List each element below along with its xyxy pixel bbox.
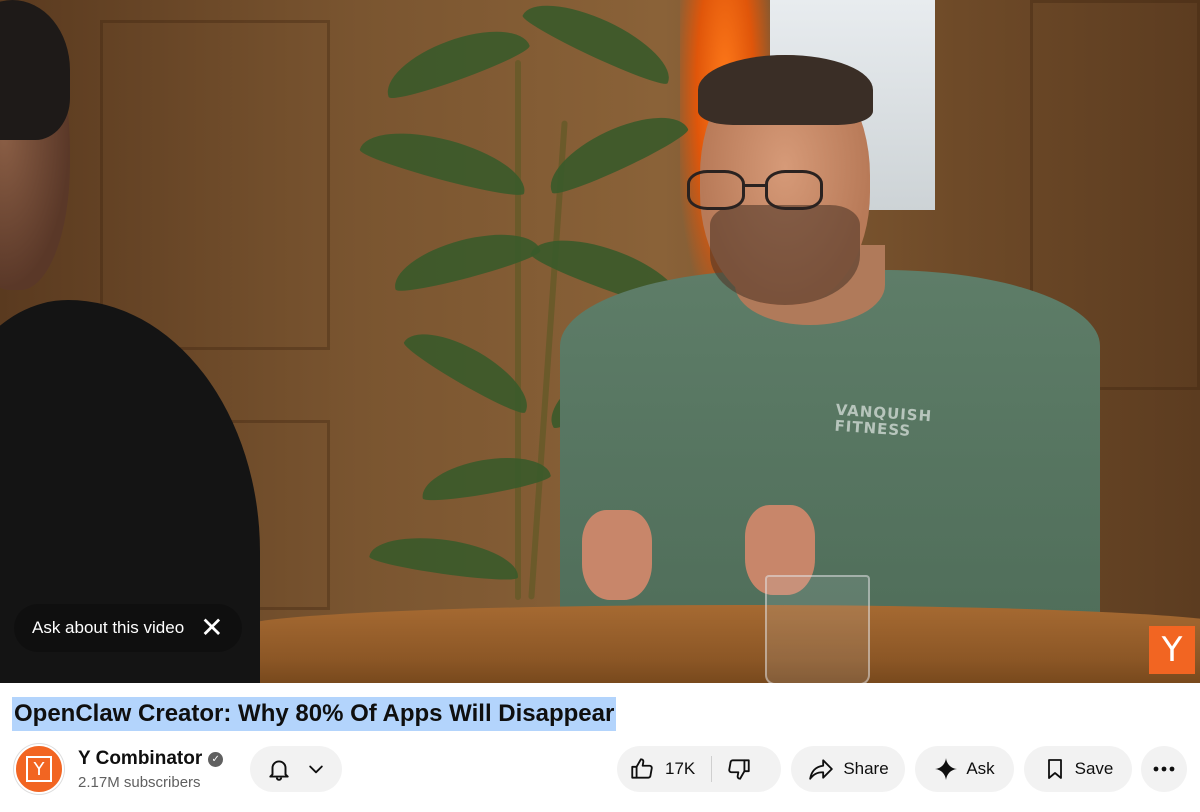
save-label: Save — [1074, 759, 1114, 778]
table — [240, 605, 1200, 683]
share-button[interactable]: Share — [791, 746, 905, 792]
like-count: 17K — [665, 759, 696, 778]
channel-watermark[interactable]: Y — [1149, 626, 1195, 674]
thumbs-down-icon — [728, 759, 750, 780]
like-dislike-group: 17K — [617, 746, 781, 792]
ask-label: Ask — [966, 759, 995, 778]
channel-name-row[interactable]: Y Combinator ✓ — [78, 748, 224, 770]
bookmark-icon — [1047, 759, 1062, 779]
more-actions-button[interactable] — [1141, 746, 1187, 792]
ask-about-video-overlay[interactable]: Ask about this video ✕ — [14, 604, 242, 652]
yc-logo-icon: Y — [26, 756, 52, 782]
bell-icon — [269, 760, 289, 781]
verified-badge-icon: ✓ — [208, 751, 224, 767]
video-player[interactable]: VANQUISH FITNESS Ask about this video ✕ … — [0, 0, 1200, 683]
notifications-button[interactable] — [250, 746, 342, 792]
video-title: OpenClaw Creator: Why 80% Of Apps Will D… — [12, 697, 617, 731]
ask-button[interactable]: Ask — [915, 746, 1014, 792]
close-icon[interactable]: ✕ — [200, 614, 223, 642]
channel-avatar[interactable]: Y — [14, 744, 64, 794]
ask-about-video-label: Ask about this video — [32, 618, 185, 637]
interviewer — [0, 0, 260, 683]
water-glass — [765, 575, 870, 683]
chevron-down-icon — [309, 765, 323, 774]
save-button[interactable]: Save — [1024, 746, 1132, 792]
shirt-print: VANQUISH FITNESS — [833, 400, 933, 440]
sparkle-icon — [935, 758, 958, 780]
like-button[interactable]: 17K — [629, 756, 711, 782]
dislike-button[interactable] — [712, 756, 752, 782]
share-label: Share — [843, 759, 889, 778]
subscriber-count: 2.17M subscribers — [78, 774, 201, 791]
channel-name[interactable]: Y Combinator — [78, 748, 202, 770]
thumbs-up-icon — [631, 758, 653, 779]
glasses — [687, 170, 867, 215]
more-horizontal-icon — [1153, 766, 1175, 772]
share-arrow-icon — [809, 759, 834, 780]
